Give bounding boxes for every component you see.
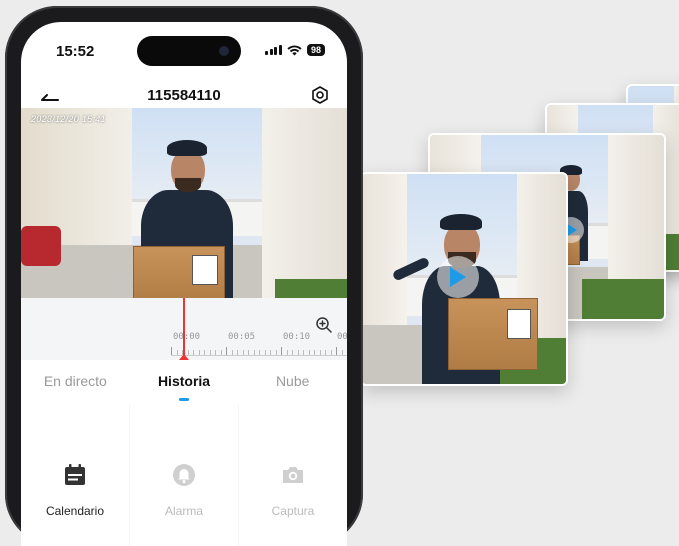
tab-label: Nube xyxy=(275,373,310,389)
timeline-tick xyxy=(336,347,337,355)
zoom-in-icon[interactable] xyxy=(315,316,333,334)
timeline-tick xyxy=(231,350,233,355)
timeline-tick xyxy=(248,350,249,355)
top-nav: 115584110 xyxy=(21,84,347,108)
timeline-tick xyxy=(286,350,288,355)
timeline-label: 00:10 xyxy=(283,332,311,342)
battery-icon: 98 xyxy=(306,44,325,56)
timeline-tick xyxy=(204,350,205,355)
bell-icon xyxy=(173,464,195,486)
tab-label: Historia xyxy=(157,373,211,389)
capture-button[interactable]: Captura xyxy=(239,404,347,546)
timeline-label: 00 xyxy=(337,332,347,342)
timeline-tick xyxy=(292,350,293,355)
timeline-label: 00:05 xyxy=(228,332,256,342)
playback-timeline[interactable]: 00:00 00:05 00:10 00 xyxy=(21,298,347,360)
calendar-label: Calendario xyxy=(45,504,105,518)
timeline-tick xyxy=(176,350,178,355)
timeline-tick xyxy=(259,350,260,355)
timeline-tick xyxy=(341,350,343,355)
timeline-tick xyxy=(281,347,282,355)
playback-mode-tabs: En directo Historia Nube xyxy=(21,360,347,404)
timeline-tick xyxy=(171,347,172,355)
tab-label: En directo xyxy=(43,373,107,389)
status-icons: 98 xyxy=(265,44,325,56)
timeline-tick xyxy=(308,350,310,355)
calendar-icon xyxy=(65,464,85,485)
play-icon[interactable] xyxy=(437,256,479,298)
timeline-tick xyxy=(242,350,244,355)
calendar-button[interactable]: Calendario xyxy=(21,404,129,546)
timeline-tick xyxy=(270,350,271,355)
device-id-title: 115584110 xyxy=(147,87,221,104)
tab-nube[interactable]: Nube xyxy=(238,360,347,404)
active-tab-indicator xyxy=(179,398,189,401)
timeline-tick xyxy=(275,350,277,355)
playhead-cursor[interactable] xyxy=(183,298,185,356)
timeline-tick xyxy=(325,350,326,355)
timeline-tick xyxy=(220,350,222,355)
wifi-icon xyxy=(287,44,302,55)
action-grid: Calendario Alarma Captura xyxy=(21,404,347,546)
timeline-ruler xyxy=(171,347,347,356)
alarm-button[interactable]: Alarma xyxy=(130,404,238,546)
video-timestamp: 2023/12/20 15:41 xyxy=(31,114,106,124)
timeline-tick xyxy=(303,350,304,355)
recording-thumbnail[interactable] xyxy=(360,172,568,386)
timeline-tick xyxy=(215,350,216,355)
status-time: 15:52 xyxy=(56,43,95,60)
tab-historia[interactable]: Historia xyxy=(130,360,239,404)
phone-frame: 15:52 98 115584110 2023/12/20 15:41 00:0… xyxy=(5,6,363,546)
alarm-label: Alarma xyxy=(164,504,203,518)
timeline-tick xyxy=(226,347,227,355)
timeline-tick xyxy=(198,350,200,355)
capture-label: Captura xyxy=(271,504,315,518)
video-player[interactable]: 2023/12/20 15:41 xyxy=(21,108,347,298)
signal-icon xyxy=(265,45,282,55)
tab-en-directo[interactable]: En directo xyxy=(21,360,130,404)
timeline-tick xyxy=(253,350,255,355)
camera-icon xyxy=(283,467,303,483)
timeline-tick xyxy=(314,350,315,355)
settings-icon[interactable] xyxy=(309,84,331,106)
timeline-tick xyxy=(297,350,299,355)
timeline-tick xyxy=(264,350,266,355)
dynamic-island xyxy=(137,36,241,66)
timeline-tick xyxy=(237,350,238,355)
app-screen: 15:52 98 115584110 2023/12/20 15:41 00:0… xyxy=(21,22,347,546)
timeline-label: 00:00 xyxy=(173,332,201,342)
timeline-tick xyxy=(209,350,211,355)
timeline-tick xyxy=(193,350,194,355)
timeline-tick xyxy=(319,350,321,355)
timeline-tick xyxy=(330,350,332,355)
front-camera-icon xyxy=(219,46,229,56)
